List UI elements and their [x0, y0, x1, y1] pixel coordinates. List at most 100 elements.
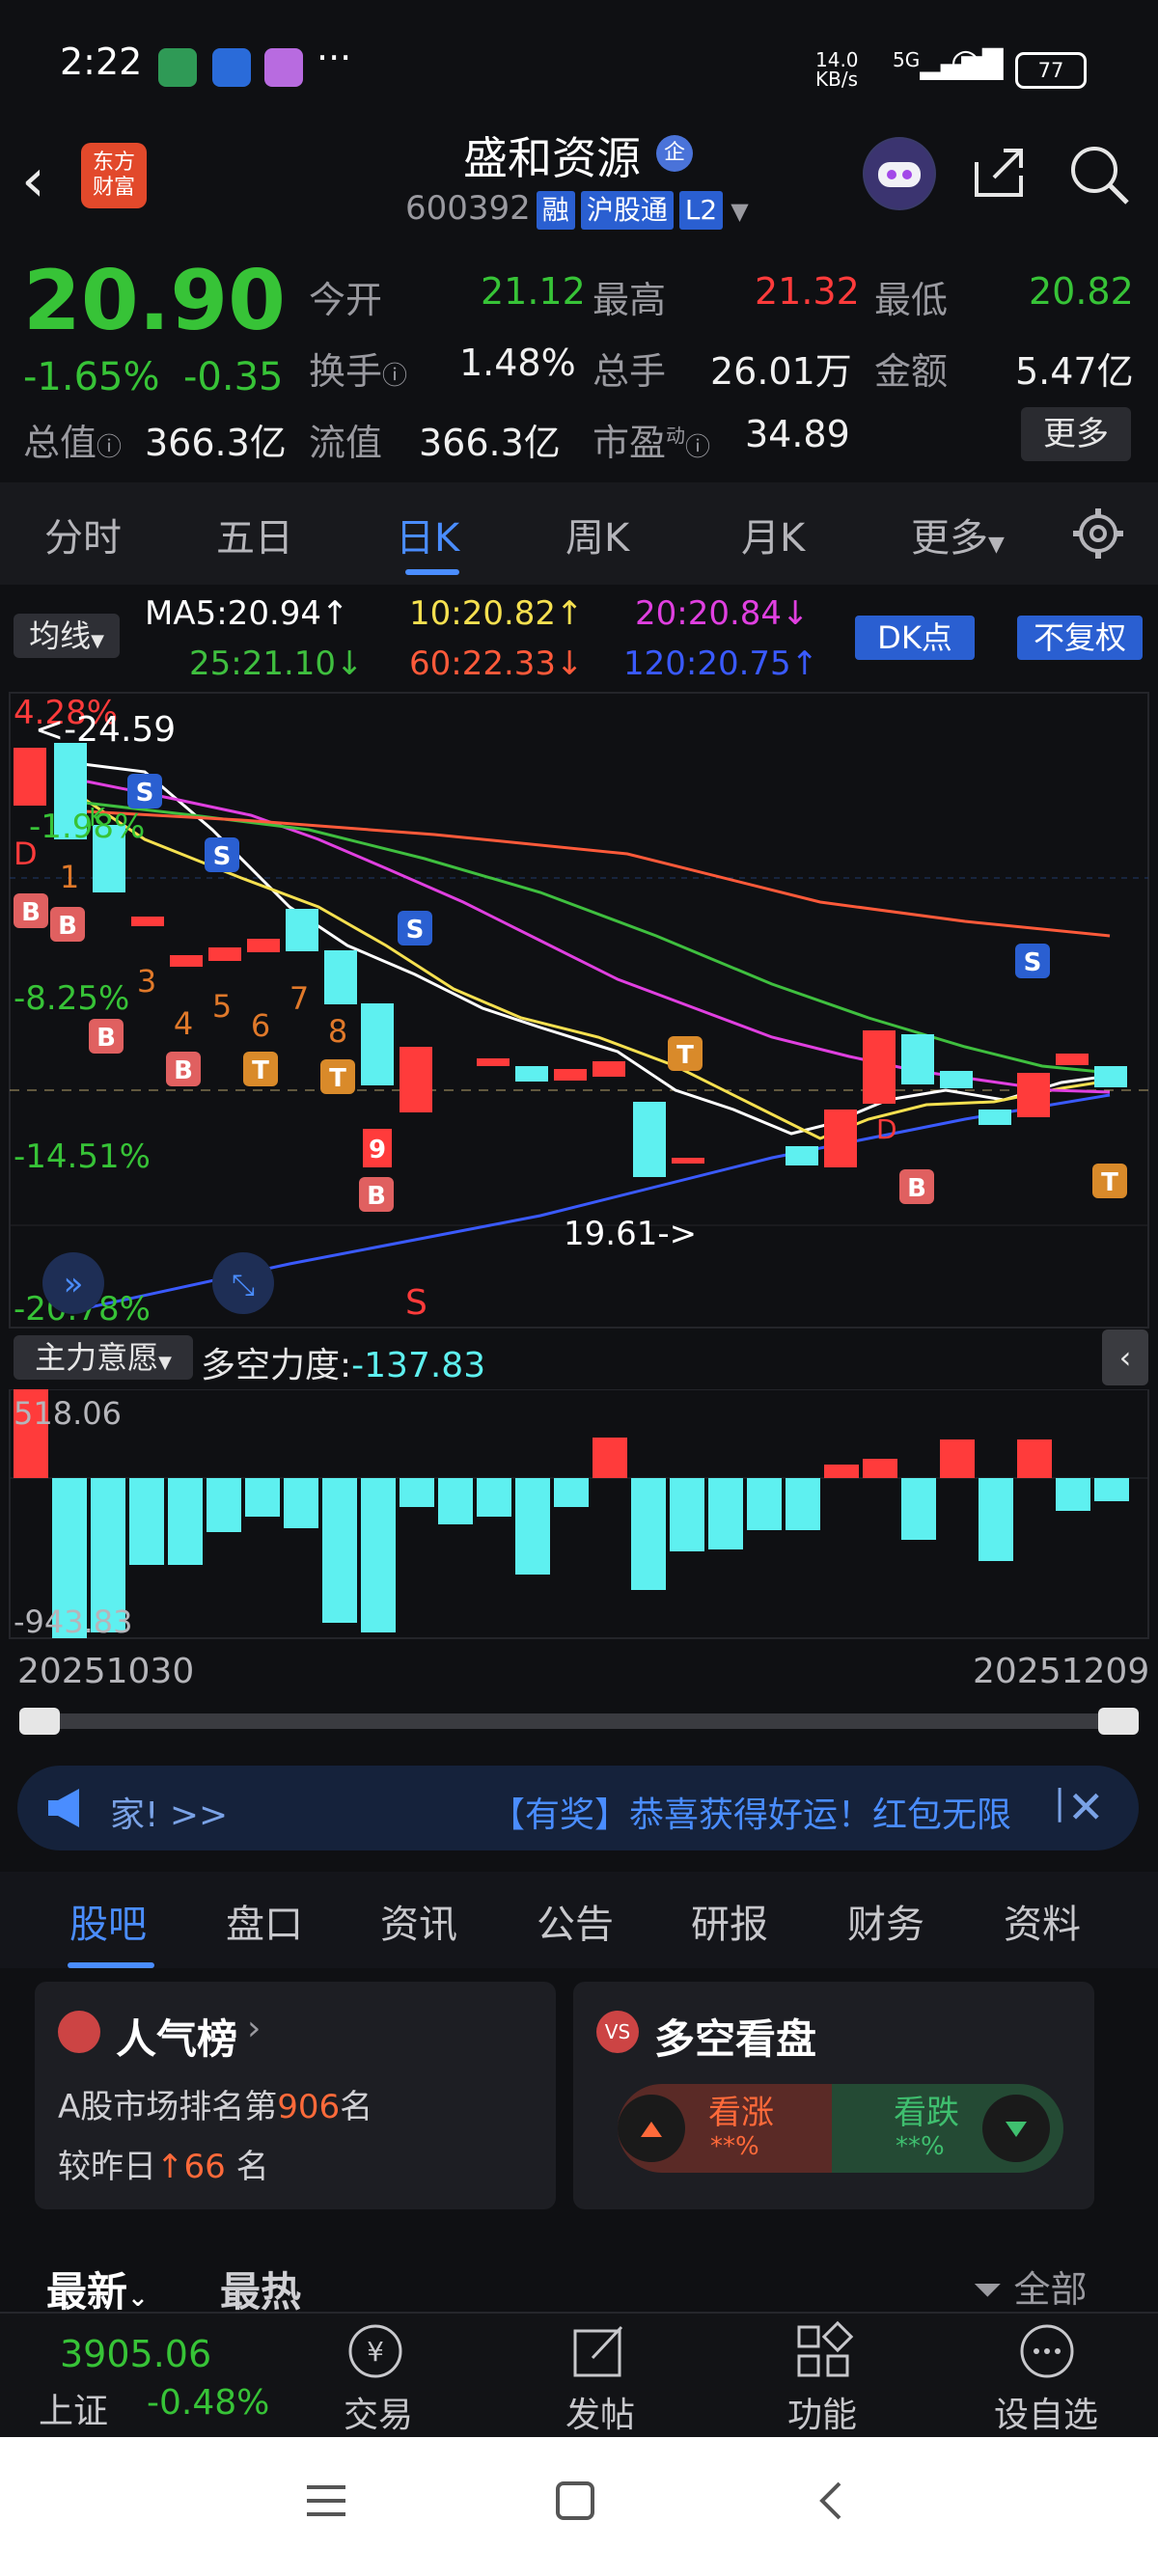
arrow-down-icon: [982, 2095, 1050, 2162]
svg-text:»: »: [64, 1265, 84, 1303]
tab-monthly-k[interactable]: 月K: [741, 507, 805, 562]
tab-more[interactable]: 更多▼: [911, 507, 1005, 562]
trade-icon[interactable]: ¥: [344, 2319, 407, 2383]
candle: [515, 1066, 548, 1082]
change-amount: -0.35: [183, 355, 284, 399]
candles: [14, 743, 1127, 1177]
tab-orderbook[interactable]: 盘口: [226, 1893, 303, 1949]
back-icon[interactable]: ‹: [21, 145, 45, 215]
chevron-down-icon: ▼: [988, 533, 1005, 557]
status-bar: 2:22 ··· 14.0 KB/s 5G▂▄▆█ ◠ 77: [0, 0, 1158, 135]
back-nav-icon[interactable]: [811, 2480, 853, 2526]
collapse-icon[interactable]: ‹: [1102, 1329, 1148, 1385]
tab-weekly-k[interactable]: 周K: [565, 507, 629, 562]
candle: [324, 950, 357, 1004]
ma-selector[interactable]: 均线▼: [14, 614, 120, 658]
svg-text:T: T: [329, 1064, 346, 1093]
assistant-robot-icon[interactable]: [863, 137, 936, 210]
more-circle-icon[interactable]: [1015, 2319, 1079, 2383]
ma20-value: 20:20.84↓: [635, 594, 810, 633]
current-price: 20.90: [23, 253, 287, 349]
turnover-label: 换手ⓘ: [309, 350, 408, 393]
low-marker: 19.61->: [564, 1215, 697, 1253]
edit-icon[interactable]: [567, 2319, 631, 2383]
ma60-line: [67, 808, 1111, 938]
megaphone-icon: [44, 1787, 93, 1829]
no-adjust-button[interactable]: 不复权: [1017, 616, 1143, 660]
popularity-title: 人气榜: [116, 2015, 238, 2063]
stock-code-line[interactable]: 600392 融沪股通 L2 ▼: [405, 189, 749, 230]
svg-text:3: 3: [137, 963, 156, 1000]
margin-tag: 融: [536, 191, 575, 230]
chevron-down-icon: ▼: [158, 1353, 172, 1373]
index-value[interactable]: 3905.06: [60, 2333, 211, 2375]
turnover-value: 1.48%: [459, 342, 576, 384]
tab-daily-k[interactable]: 日K: [396, 507, 459, 562]
candle: [863, 1030, 896, 1104]
svg-text:T: T: [252, 1056, 269, 1085]
more-notifications-icon: ···: [317, 37, 352, 79]
svg-text:B: B: [907, 1174, 926, 1203]
search-icon[interactable]: [1067, 143, 1131, 206]
share-icon[interactable]: [969, 143, 1029, 203]
svg-text:5: 5: [212, 988, 232, 1025]
more-button[interactable]: 更多: [1021, 407, 1131, 461]
tab-news[interactable]: 资讯: [380, 1893, 457, 1949]
candle: [286, 909, 318, 951]
notice-promo[interactable]: 【有奖】恭喜获得好运！红包无限: [490, 1787, 1040, 1837]
slider-handle-right[interactable]: [1098, 1708, 1139, 1735]
nav-features[interactable]: 功能: [787, 2387, 857, 2437]
candle: [361, 1003, 394, 1085]
tab-five-day[interactable]: 五日: [216, 507, 293, 562]
amount-value: 5.47亿: [1015, 350, 1134, 393]
candle: [1017, 1073, 1050, 1117]
s-marker: S: [405, 1283, 427, 1323]
tab-indicator: [405, 569, 459, 575]
range-slider[interactable]: [21, 1713, 1137, 1729]
nav-post[interactable]: 发帖: [565, 2387, 635, 2437]
candle: [247, 939, 280, 952]
candle: [633, 1102, 666, 1177]
sort-latest[interactable]: 最新⌄: [46, 2260, 149, 2318]
dk-point-button[interactable]: DK点: [855, 616, 975, 660]
candle: [170, 955, 203, 967]
tab-announcements[interactable]: 公告: [537, 1893, 614, 1949]
close-icon[interactable]: ✕: [1067, 1781, 1105, 1833]
open-label: 今开: [309, 279, 383, 321]
high-label: 最高: [593, 279, 667, 321]
gear-icon[interactable]: [1071, 507, 1125, 561]
high-value: 21.32: [755, 270, 860, 313]
enterprise-badge: 企: [656, 135, 693, 172]
svg-text:7: 7: [290, 980, 309, 1017]
tab-research[interactable]: 研报: [691, 1893, 768, 1949]
sort-hot[interactable]: 最热: [220, 2260, 301, 2318]
k-marker: K: [89, 804, 106, 833]
app-notification-icon: [158, 48, 197, 87]
notice-text[interactable]: 家! >>: [110, 1787, 228, 1837]
nav-watchlist[interactable]: 设自选: [994, 2387, 1098, 2437]
indicator-selector[interactable]: 主力意愿▼: [14, 1335, 193, 1380]
ma25-value: 25:21.10↓: [189, 644, 364, 683]
float-value: 366.3亿: [419, 422, 561, 464]
open-value: 21.12: [481, 270, 586, 313]
tab-financials[interactable]: 财务: [847, 1893, 924, 1949]
date-end: 20251209: [973, 1652, 1150, 1691]
grid-icon[interactable]: [791, 2319, 855, 2383]
d-marker: D: [876, 1113, 897, 1145]
tab-intraday[interactable]: 分时: [44, 507, 122, 562]
home-icon[interactable]: [554, 2480, 596, 2526]
candle: [14, 748, 46, 806]
arrow-up-icon: [618, 2095, 685, 2162]
index-change: -0.48%: [147, 2383, 270, 2423]
d-marker: D: [14, 836, 38, 872]
svg-text:¥: ¥: [367, 2336, 384, 2368]
svg-text:T: T: [676, 1041, 694, 1070]
tab-forum[interactable]: 股吧: [69, 1893, 147, 1949]
filter-all[interactable]: ⏷ 全部: [973, 2260, 1088, 2313]
tab-profile[interactable]: 资料: [1004, 1893, 1081, 1949]
net-speed: 14.0 KB/s: [815, 48, 859, 91]
svg-text:S: S: [406, 916, 425, 945]
nav-trade[interactable]: 交易: [344, 2387, 413, 2437]
menu-icon[interactable]: [305, 2480, 347, 2526]
slider-handle-left[interactable]: [19, 1708, 60, 1735]
